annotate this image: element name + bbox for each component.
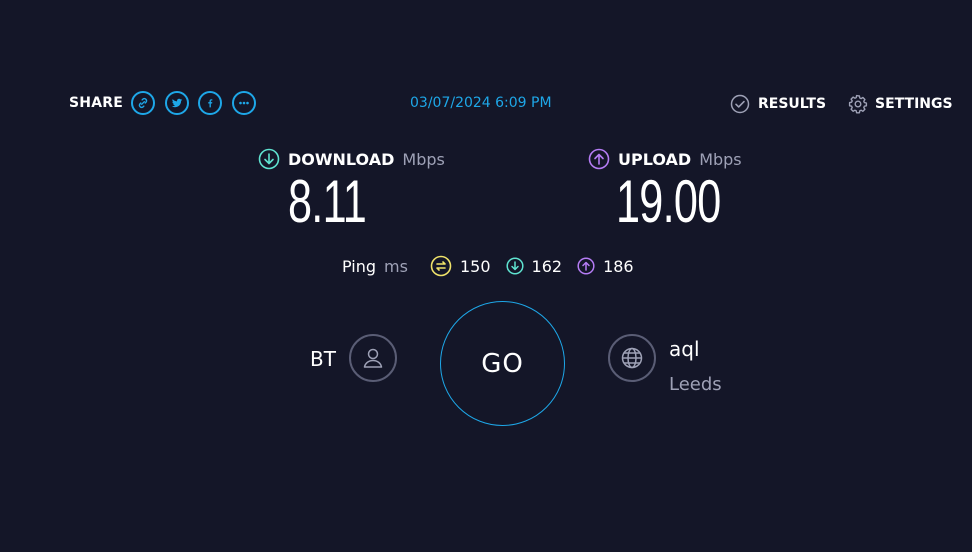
upload-speed-value: 19.00 — [616, 168, 721, 235]
ping-upload: 186 — [577, 257, 634, 276]
share-twitter-button[interactable] — [165, 91, 189, 115]
download-arrow-icon — [258, 148, 280, 170]
upload-unit: Mbps — [699, 149, 742, 169]
more-icon — [239, 101, 249, 105]
ping-upload-value: 186 — [603, 256, 634, 276]
isp-avatar — [349, 334, 397, 382]
ping-label: Ping — [342, 256, 377, 276]
gear-icon — [848, 94, 868, 114]
go-button[interactable]: GO — [440, 301, 565, 426]
upload-label: UPLOAD — [618, 149, 692, 169]
ping-download-value: 162 — [531, 256, 563, 276]
go-label: GO — [481, 348, 524, 379]
settings-button[interactable]: SETTINGS — [848, 94, 953, 114]
results-label: RESULTS — [758, 96, 827, 112]
download-speed-value: 8.11 — [288, 168, 367, 235]
idle-latency-icon — [430, 255, 452, 277]
download-latency-icon — [505, 257, 524, 275]
twitter-icon — [171, 98, 183, 108]
share-label: SHARE — [69, 95, 123, 111]
settings-label: SETTINGS — [875, 96, 953, 112]
upload-arrow-icon — [588, 148, 610, 170]
share-more-button[interactable] — [232, 91, 256, 115]
results-button[interactable]: RESULTS — [730, 94, 826, 114]
download-label: DOWNLOAD — [288, 149, 395, 169]
upload-header: UPLOAD Mbps — [588, 148, 742, 170]
ping-row: Ping ms 150 162 186 — [342, 255, 649, 277]
link-icon — [138, 97, 148, 109]
test-datetime: 03/07/2024 6:09 PM — [410, 95, 552, 111]
upload-latency-icon — [577, 257, 595, 275]
check-circle-icon — [730, 94, 750, 114]
share-link-button[interactable] — [131, 91, 155, 115]
globe-icon — [621, 347, 643, 369]
share-facebook-button[interactable] — [198, 91, 222, 115]
change-server-button[interactable] — [608, 334, 656, 382]
download-unit: Mbps — [402, 149, 445, 169]
server-name: aql — [669, 337, 700, 361]
ping-idle: 150 — [430, 255, 491, 277]
server-location: Leeds — [669, 374, 722, 395]
download-header: DOWNLOAD Mbps — [258, 148, 445, 170]
ping-download: 162 — [505, 256, 563, 276]
ping-idle-value: 150 — [459, 256, 491, 276]
facebook-icon — [208, 99, 213, 108]
isp-name: BT — [310, 347, 336, 371]
user-icon — [363, 348, 383, 368]
ping-unit: ms — [384, 256, 408, 276]
